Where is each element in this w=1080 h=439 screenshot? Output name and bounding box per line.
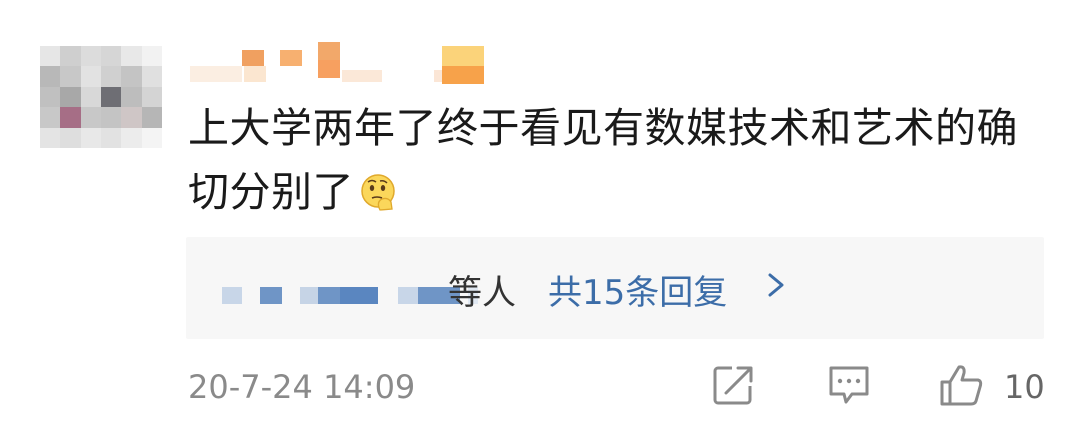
reply-suffix: 等人	[448, 273, 516, 313]
replies-preview[interactable]: 等人 共15条回复	[186, 237, 1044, 339]
comment-body: 上大学两年了终于看见有数媒技术和艺术的确切分别了	[188, 104, 1018, 216]
username[interactable]	[190, 42, 490, 87]
comment-text: 上大学两年了终于看见有数媒技术和艺术的确切分别了	[188, 96, 1048, 224]
like-icon[interactable]	[938, 362, 984, 408]
avatar[interactable]	[40, 46, 162, 148]
chevron-right-icon[interactable]	[764, 263, 790, 307]
timestamp: 20-7-24 14:09	[188, 368, 416, 406]
reply-count-link[interactable]: 共15条回复	[548, 265, 727, 314]
thinking-face-icon	[358, 166, 398, 211]
comment-icon[interactable]	[826, 362, 872, 408]
share-icon[interactable]	[710, 362, 756, 408]
like-count: 10	[1004, 368, 1045, 406]
reply-user-names	[222, 287, 478, 307]
